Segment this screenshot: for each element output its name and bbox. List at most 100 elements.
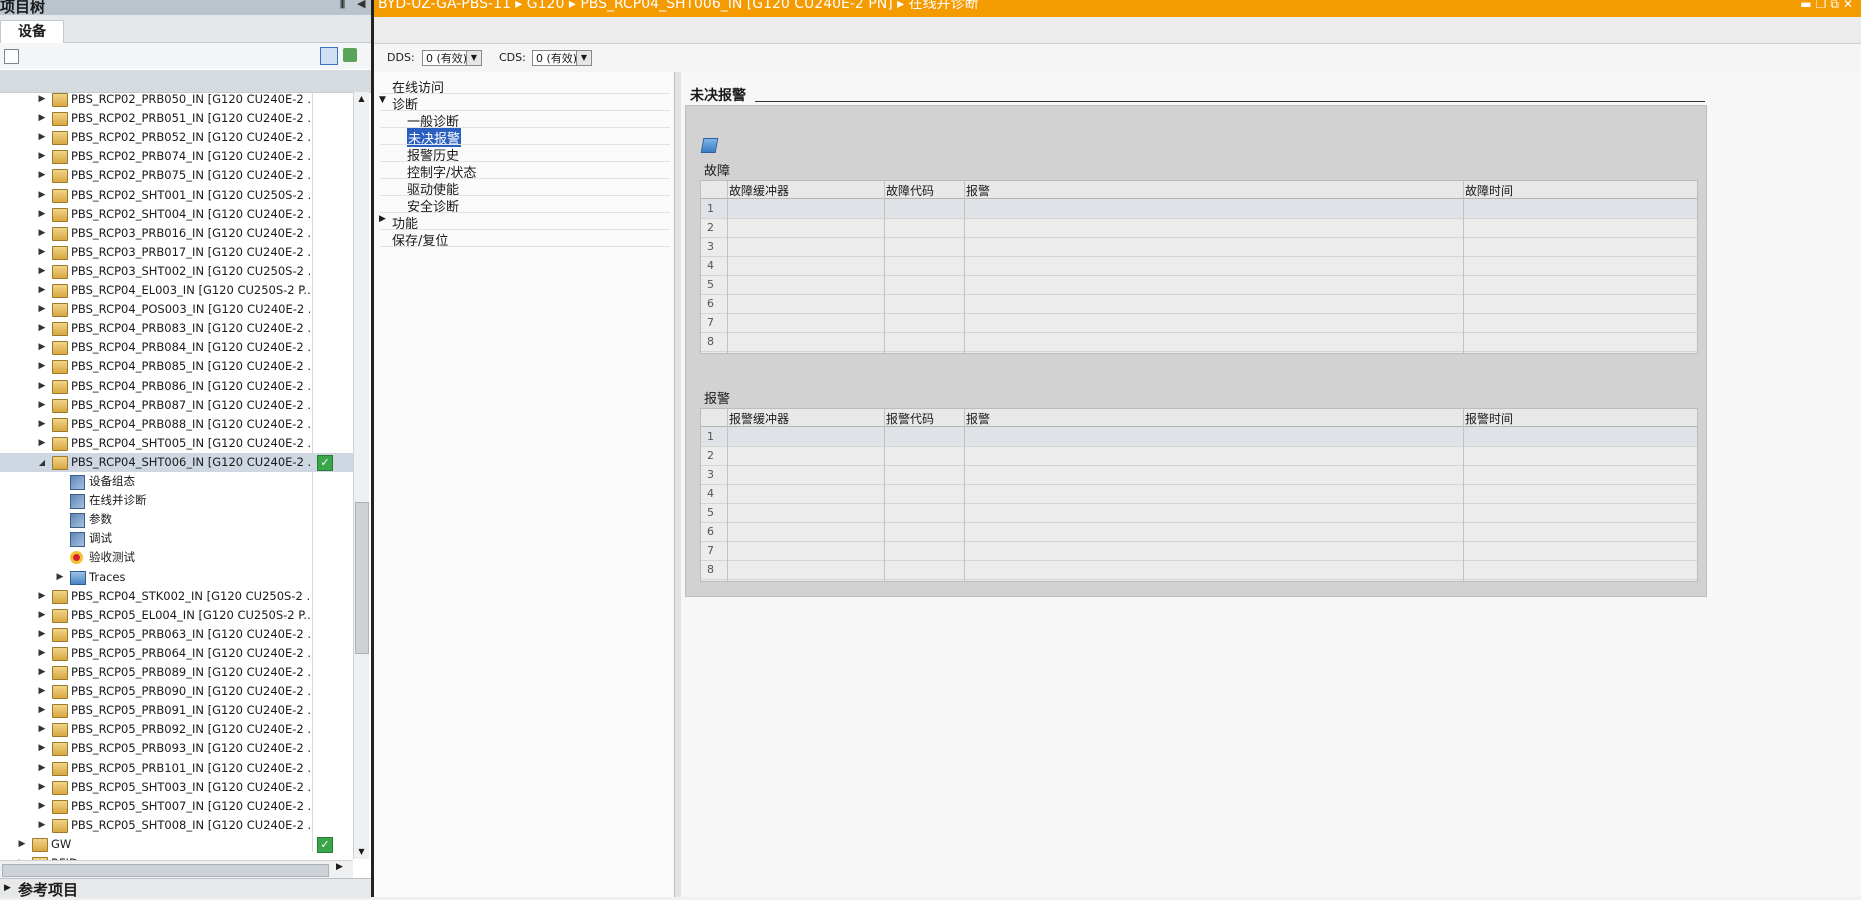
tree-item[interactable]: ▶ PBS_RCP04_PRB084_IN [G120 CU240E-2 ... — [0, 338, 353, 357]
expand-arrow-icon[interactable]: ▶ — [37, 357, 47, 376]
properties-icon[interactable] — [4, 49, 19, 64]
minimize-icon[interactable]: ▬ — [1800, 0, 1815, 11]
expand-arrow-icon[interactable]: ▶ — [37, 682, 47, 701]
breadcrumb-item[interactable]: 在线并诊断 — [909, 0, 979, 12]
add-device-icon[interactable] — [343, 48, 357, 62]
expand-arrow-icon[interactable]: ▶ — [379, 214, 386, 224]
column-header[interactable]: 故障时间 — [1465, 182, 1513, 199]
expand-arrow-icon[interactable]: ▶ — [37, 92, 47, 109]
breadcrumb-item[interactable]: BYD-UZ-GA-PBS-11 — [378, 0, 511, 12]
column-header[interactable]: 故障缓冲器 — [729, 182, 789, 199]
tree-item[interactable]: ▶ PBS_RCP05_PRB063_IN [G120 CU240E-2 ... — [0, 625, 353, 644]
tree-item[interactable]: ▶ PBS_RCP05_PRB090_IN [G120 CU240E-2 ... — [0, 682, 353, 701]
collapse-left-icon[interactable]: ◀ — [357, 0, 365, 10]
expand-arrow-icon[interactable]: ▶ — [37, 205, 47, 224]
tree-item[interactable]: ▶ PBS_RCP05_SHT007_IN [G120 CU240E-2 ... — [0, 797, 353, 816]
reference-projects-bar[interactable]: ▶ 参考项目 — [0, 878, 371, 899]
expand-arrow-icon[interactable]: ▶ — [37, 338, 47, 357]
column-header[interactable]: 报警时间 — [1465, 410, 1513, 427]
chevron-down-icon[interactable]: ▼ — [466, 51, 481, 65]
expand-arrow-icon[interactable]: ▶ — [37, 739, 47, 758]
expand-arrow-icon[interactable]: ▶ — [37, 243, 47, 262]
restore-icon[interactable]: ❐ — [1816, 0, 1831, 11]
tree-item[interactable]: ▶ PBS_RCP05_SHT008_IN [G120 CU240E-2 ... — [0, 816, 353, 835]
tree-item[interactable]: ▶ Traces — [0, 568, 353, 587]
table-row[interactable]: 7 — [701, 541, 1697, 561]
tree-item[interactable]: ▶ PBS_RCP03_PRB017_IN [G120 CU240E-2 ... — [0, 243, 353, 262]
table-row[interactable]: 1 — [701, 199, 1697, 219]
tree-item[interactable]: 调试 — [0, 529, 353, 548]
tree-item[interactable]: ▶ PBS_RCP03_SHT002_IN [G120 CU250S-2 ... — [0, 262, 353, 281]
tree-item[interactable]: ▶ PBS_RCP05_PRB091_IN [G120 CU240E-2 ... — [0, 701, 353, 720]
expand-reference-icon[interactable]: ▶ — [4, 883, 11, 893]
tree-item[interactable]: ▶ PBS_RCP03_PRB016_IN [G120 CU240E-2 ... — [0, 224, 353, 243]
tree-item[interactable]: 设备组态 — [0, 472, 353, 491]
tree-item[interactable]: ▶ PBS_RCP04_POS003_IN [G120 CU240E-2 ... — [0, 300, 353, 319]
table-row[interactable]: 5 — [701, 275, 1697, 295]
table-row[interactable]: 4 — [701, 484, 1697, 504]
expand-arrow-icon[interactable]: ▶ — [37, 415, 47, 434]
table-row[interactable]: 3 — [701, 237, 1697, 257]
table-row[interactable]: 3 — [701, 465, 1697, 485]
expand-arrow-icon[interactable]: ▶ — [37, 720, 47, 739]
expand-arrow-icon[interactable]: ▶ — [37, 128, 47, 147]
expand-arrow-icon[interactable]: ▶ — [37, 759, 47, 778]
overview-icon[interactable] — [320, 47, 338, 65]
expand-arrow-icon[interactable]: ▶ — [37, 109, 47, 128]
tree-item[interactable]: ▶ PBS_RCP02_PRB075_IN [G120 CU240E-2 ... — [0, 166, 353, 185]
expand-arrow-icon[interactable]: ▶ — [37, 587, 47, 606]
expand-arrow-icon[interactable]: ▶ — [37, 300, 47, 319]
expand-arrow-icon[interactable]: ▶ — [17, 835, 27, 854]
expand-arrow-icon[interactable]: ▶ — [37, 262, 47, 281]
hscroll-thumb[interactable] — [2, 864, 329, 877]
expand-arrow-icon[interactable]: ▶ — [37, 606, 47, 625]
dds-select[interactable]: 0 (有效) ▼ — [422, 50, 482, 66]
tree-item[interactable]: ▶ PBS_RCP02_PRB050_IN [G120 CU240E-2 ... — [0, 92, 353, 109]
tree-item[interactable]: ▶ PBS_RCP05_SHT003_IN [G120 CU240E-2 ... — [0, 778, 353, 797]
scroll-down-icon[interactable]: ▼ — [354, 845, 369, 859]
table-row[interactable]: 8 — [701, 332, 1697, 352]
expand-arrow-icon[interactable]: ▶ — [37, 186, 47, 205]
table-row[interactable]: 1 — [701, 427, 1697, 447]
expand-arrow-icon[interactable]: ▶ — [37, 816, 47, 835]
table-row[interactable]: 6 — [701, 522, 1697, 542]
column-header[interactable]: 故障代码 — [886, 182, 934, 199]
tree-item[interactable]: ▶ PBS_RCP05_PRB093_IN [G120 CU240E-2 ... — [0, 739, 353, 758]
tree-item[interactable]: ▶ PBS_RCP02_PRB052_IN [G120 CU240E-2 ... — [0, 128, 353, 147]
tree-item[interactable]: ◢ PBS_RCP04_SHT006_IN [G120 CU240E-2 ... ✓ — [0, 452, 353, 472]
tree-item[interactable]: ▶ PBS_RCP02_PRB074_IN [G120 CU240E-2 ... — [0, 147, 353, 166]
expand-arrow-icon[interactable]: ▶ — [37, 778, 47, 797]
table-row[interactable]: 2 — [701, 218, 1697, 238]
expand-arrow-icon[interactable]: ▶ — [37, 434, 47, 453]
tree-item[interactable]: 参数 — [0, 510, 353, 529]
collapse-arrow-icon[interactable]: ▼ — [379, 95, 386, 105]
expand-arrow-icon[interactable]: ▶ — [37, 281, 47, 300]
tree-item[interactable]: ▶ PBS_RCP04_PRB085_IN [G120 CU240E-2 ... — [0, 357, 353, 376]
expand-arrow-icon[interactable]: ▶ — [37, 377, 47, 396]
table-row[interactable]: 6 — [701, 294, 1697, 314]
expand-arrow-icon[interactable]: ▶ — [37, 224, 47, 243]
tree-item[interactable]: ▶ PBS_RCP05_PRB064_IN [G120 CU240E-2 ... — [0, 644, 353, 663]
tree-item[interactable]: ▶ GW ✓ — [0, 835, 353, 854]
float-icon[interactable]: ⧉ — [1830, 0, 1843, 11]
pin-icon[interactable]: ⫼ — [340, 0, 345, 11]
expand-arrow-icon[interactable]: ▶ — [37, 663, 47, 682]
tree-item[interactable]: 在线并诊断 — [0, 491, 353, 510]
tree-horizontal-scrollbar[interactable]: ▶ — [0, 860, 353, 879]
collapse-arrow-icon[interactable]: ◢ — [37, 453, 47, 472]
tree-vertical-scrollbar[interactable]: ▲ ▼ — [353, 92, 369, 859]
expand-arrow-icon[interactable]: ▶ — [37, 319, 47, 338]
table-row[interactable]: 8 — [701, 560, 1697, 580]
expand-arrow-icon[interactable]: ▶ — [37, 701, 47, 720]
acknowledge-icon[interactable] — [700, 138, 719, 153]
breadcrumb-item[interactable]: G120 — [527, 0, 565, 12]
tree-item[interactable]: ▶ PBS_RCP04_SHT005_IN [G120 CU240E-2 ... — [0, 434, 353, 453]
expand-arrow-icon[interactable]: ▶ — [37, 625, 47, 644]
tree-item[interactable]: ▶ PBS_RCP04_PRB086_IN [G120 CU240E-2 ... — [0, 377, 353, 396]
tree-item[interactable]: ▶ PBS_RCP05_EL004_IN [G120 CU250S-2 P... — [0, 606, 353, 625]
tree-item[interactable]: ▶ PBS_RCP04_STK002_IN [G120 CU250S-2 ... — [0, 587, 353, 606]
tree-item[interactable]: ▶ PBS_RCP04_PRB088_IN [G120 CU240E-2 ... — [0, 415, 353, 434]
tree-item[interactable]: ▶ PBS_RCP05_PRB089_IN [G120 CU240E-2 ... — [0, 663, 353, 682]
tab-devices[interactable]: 设备 — [0, 20, 64, 43]
breadcrumb-item[interactable]: PBS_RCP04_SHT006_IN [G120 CU240E-2 PN] — [580, 0, 892, 12]
